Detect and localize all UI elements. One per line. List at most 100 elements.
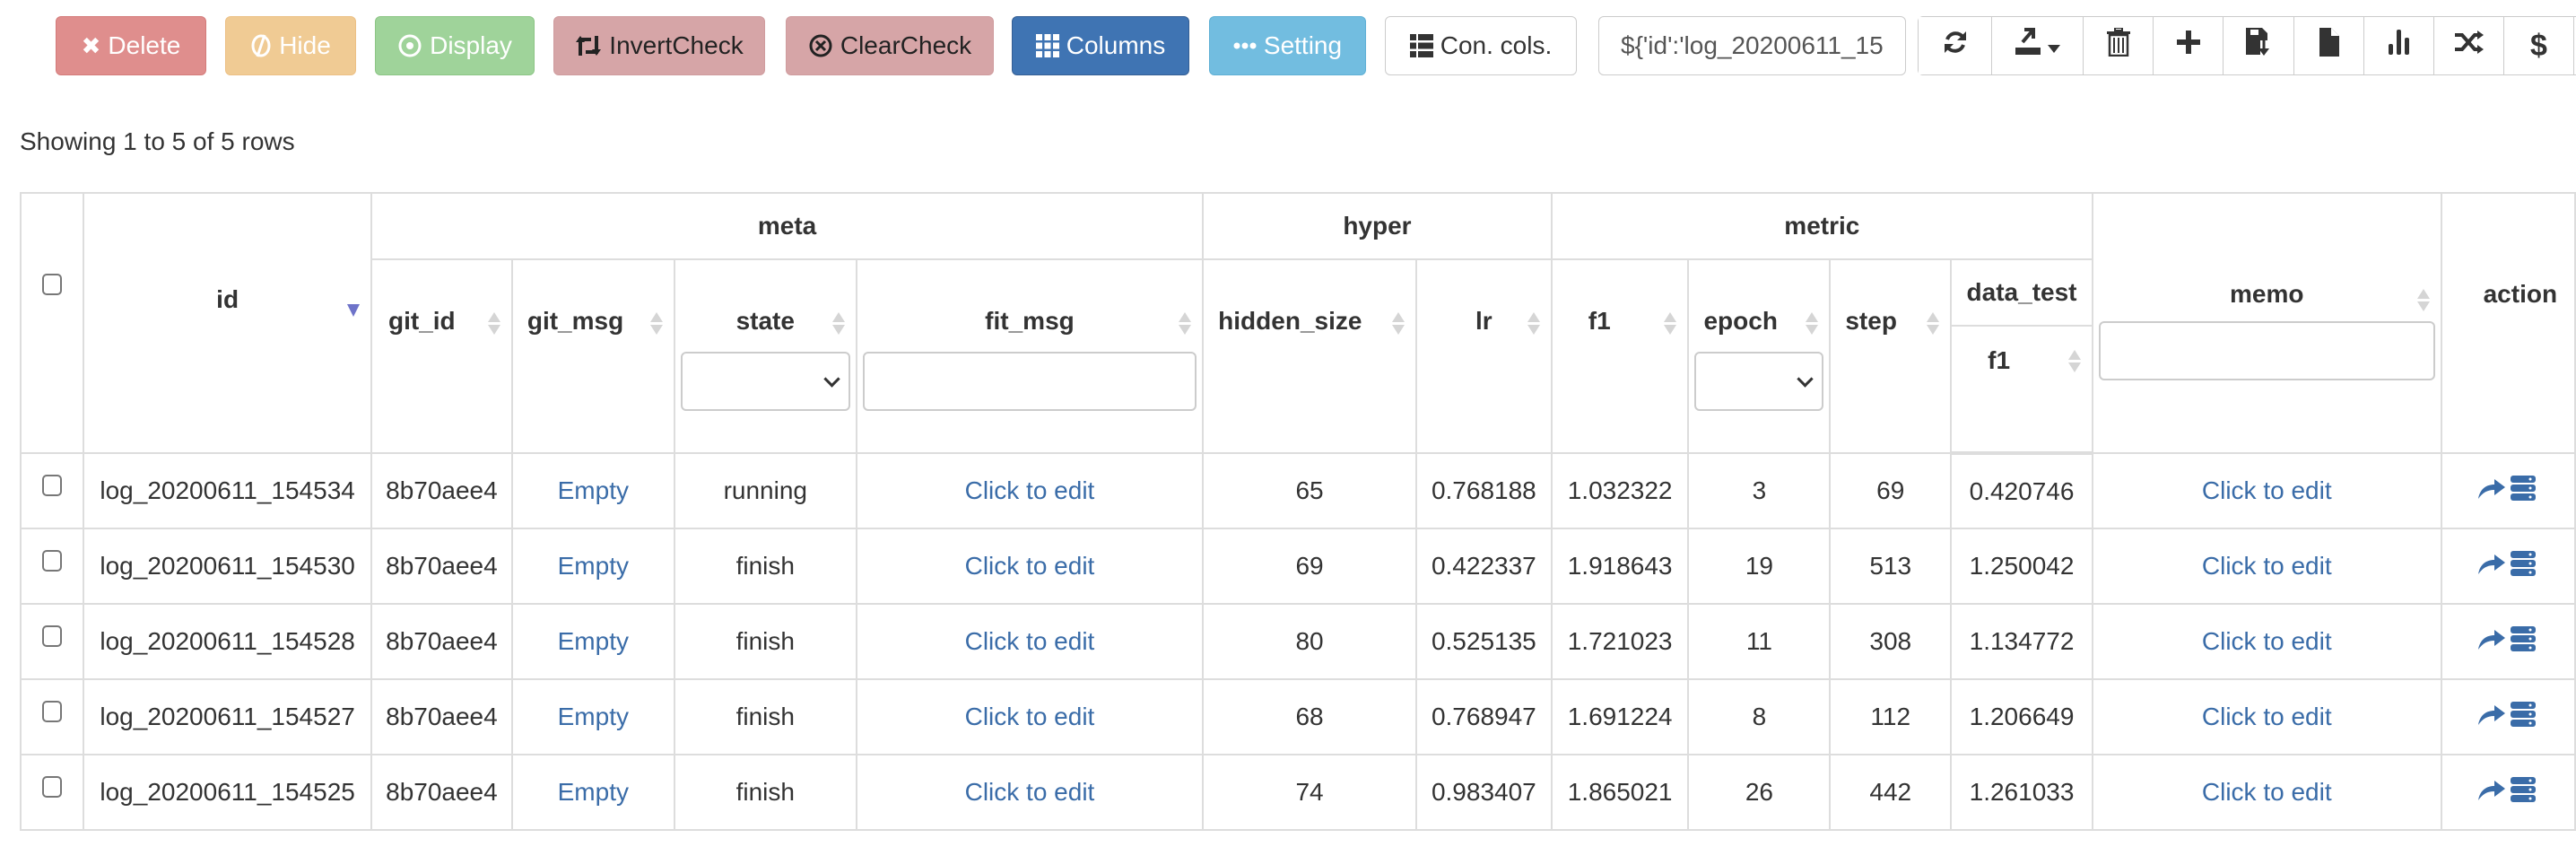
clear-check-button[interactable]: ClearCheck [786,16,994,75]
share-arrow-icon[interactable] [2477,627,2505,656]
export-button[interactable] [1992,17,2084,74]
header-lr[interactable]: lr [1414,258,1553,454]
invert-check-button[interactable]: InvertCheck [553,16,765,75]
header-git-id[interactable]: git_id [370,258,513,454]
memo-edit-link[interactable]: Click to edit [2202,703,2332,730]
row-checkbox[interactable] [42,475,63,496]
delete-button[interactable]: ✖ Delete [56,16,206,75]
server-icon[interactable] [2510,475,2536,507]
table-row: log_20200611_154534 8b70aee4 Empty runni… [19,452,2576,529]
action-cell [2440,678,2576,755]
epoch-cell: 19 [1687,528,1832,605]
setting-button[interactable]: Setting [1209,16,1366,75]
step-cell: 513 [1829,528,1953,605]
select-all-checkbox[interactable] [42,274,63,295]
row-checkbox[interactable] [42,701,63,722]
memo-edit-link[interactable]: Click to edit [2202,476,2332,504]
memo-filter-input[interactable] [2098,321,2435,380]
state-filter-select[interactable] [680,352,850,411]
sort-icon [1391,310,1405,336]
git-msg-edit-link[interactable]: Empty [558,476,629,504]
shuffle-button[interactable] [2434,17,2504,74]
state-cell: running [673,452,857,529]
share-arrow-icon[interactable] [2477,476,2505,505]
share-arrow-icon[interactable] [2477,778,2505,807]
fit-msg-edit-link[interactable]: Click to edit [965,627,1095,655]
chart-button[interactable] [2364,17,2434,74]
fit-msg-edit-link[interactable]: Click to edit [965,552,1095,580]
display-button[interactable]: Display [375,16,535,75]
git-msg-edit-link[interactable]: Empty [558,627,629,655]
delete-all-button[interactable] [2084,17,2154,74]
share-arrow-icon[interactable] [2477,552,2505,581]
row-select-cell [19,528,85,605]
group-header-meta: meta [370,192,1205,260]
fit-msg-cell: Click to edit [855,603,1205,680]
fit-msg-filter-input[interactable] [862,352,1197,411]
header-fit-msg[interactable]: fit_msg [855,258,1205,454]
select-all-header [19,192,85,454]
add-button[interactable] [2154,17,2224,74]
git-msg-edit-link[interactable]: Empty [558,552,629,580]
file-button[interactable] [2294,17,2364,74]
row-checkbox[interactable] [42,625,63,647]
git-msg-cell: Empty [510,452,675,529]
data-test-f1-cell: 0.420746 [1950,452,2093,529]
header-epoch[interactable]: epoch [1687,258,1832,454]
git-msg-edit-link[interactable]: Empty [558,703,629,730]
lr-cell: 0.525135 [1414,603,1553,680]
header-git-msg[interactable]: git_msg [510,258,675,454]
server-icon[interactable] [2510,701,2536,733]
git-msg-edit-link[interactable]: Empty [558,778,629,806]
caret-down-icon [2047,31,2060,61]
header-data-test-f1[interactable]: f1 [1950,325,2093,455]
hide-button[interactable]: Hide [225,16,356,75]
memo-cell: Click to edit [2091,528,2442,605]
action-cell [2440,452,2576,529]
epoch-cell: 11 [1687,603,1832,680]
fit-msg-edit-link[interactable]: Click to edit [965,476,1095,504]
memo-edit-link[interactable]: Click to edit [2202,627,2332,655]
concise-columns-button[interactable]: Con. cols. [1385,16,1577,75]
dollar-button[interactable]: $ [2504,17,2574,74]
header-f1[interactable]: f1 [1550,258,1690,454]
share-arrow-icon[interactable] [2477,703,2505,731]
memo-edit-link[interactable]: Click to edit [2202,778,2332,806]
memo-edit-link[interactable]: Click to edit [2202,552,2332,580]
lr-cell: 0.983407 [1414,754,1553,831]
table-row: log_20200611_154527 8b70aee4 Empty finis… [19,678,2576,755]
server-icon[interactable] [2510,776,2536,808]
table-row: log_20200611_154530 8b70aee4 Empty finis… [19,528,2576,605]
row-checkbox[interactable] [42,550,63,572]
server-icon[interactable] [2510,550,2536,582]
server-icon[interactable] [2510,625,2536,658]
header-memo[interactable]: memo [2091,192,2442,454]
refresh-icon [1943,29,1968,63]
row-select-cell [19,754,85,831]
columns-button[interactable]: Columns [1012,16,1189,75]
group-header-data-test: data_test [1950,258,2093,327]
memo-cell: Click to edit [2091,678,2442,755]
pagination-info: Showing 1 to 5 of 5 rows [20,127,295,155]
fit-msg-edit-link[interactable]: Click to edit [965,778,1095,806]
search-input[interactable] [1598,16,1906,75]
epoch-cell: 3 [1687,452,1832,529]
fit-msg-edit-link[interactable]: Click to edit [965,703,1095,730]
row-checkbox[interactable] [42,776,63,798]
header-hidden-size[interactable]: hidden_size [1202,258,1417,454]
circle-x-icon [808,33,833,58]
sort-icon [1527,310,1540,336]
list-icon [1409,34,1433,57]
header-step[interactable]: step [1829,258,1953,454]
sort-icon [1806,310,1819,336]
header-state[interactable]: state [673,258,857,454]
plus-icon [2176,31,2200,61]
epoch-filter-select[interactable] [1694,352,1824,411]
hidden-size-cell: 69 [1202,528,1417,605]
header-id[interactable]: id [83,192,372,454]
refresh-button[interactable] [1919,17,1992,74]
git-msg-cell: Empty [510,603,675,680]
step-cell: 69 [1829,452,1953,529]
save-button[interactable] [2224,17,2294,74]
toolbar: ✖ Delete Hide Display InvertCheck ClearC… [0,16,2576,75]
